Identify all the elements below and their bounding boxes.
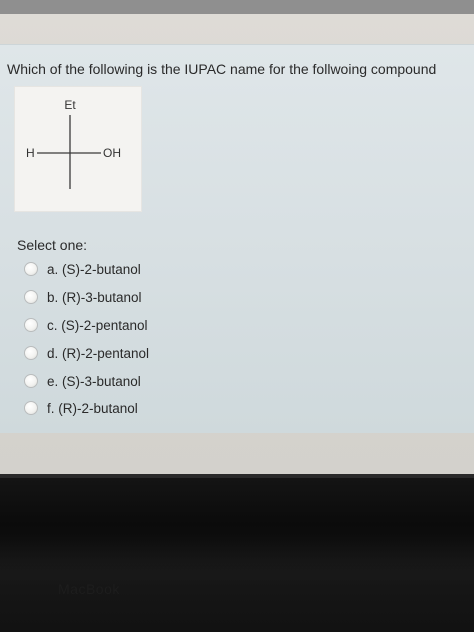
option-f[interactable]: f. (R)-2-butanol [24, 398, 138, 418]
option-label: d. (R)-2-pentanol [47, 345, 150, 361]
option-label: a. (S)-2-butanol [47, 261, 141, 277]
option-e[interactable]: e. (S)-3-butanol [24, 371, 141, 391]
top-substituent-label: Et [64, 98, 76, 112]
radio-button[interactable] [24, 346, 38, 360]
radio-button[interactable] [24, 262, 38, 276]
fischer-projection: Et H OH [26, 98, 121, 189]
radio-button[interactable] [24, 290, 38, 304]
radio-button[interactable] [24, 374, 38, 388]
radio-button[interactable] [24, 318, 38, 332]
option-label: e. (S)-3-butanol [47, 373, 141, 389]
radio-button[interactable] [24, 401, 38, 415]
option-label: b. (R)-3-butanol [47, 289, 142, 305]
option-label: f. (R)-2-butanol [47, 400, 138, 416]
option-d[interactable]: d. (R)-2-pentanol [24, 343, 149, 363]
select-one-label: Select one: [17, 237, 88, 253]
right-substituent-label: OH [103, 146, 121, 160]
option-b[interactable]: b. (R)-3-butanol [24, 287, 142, 307]
compound-structure: Et H OH [14, 86, 142, 212]
option-label: c. (S)-2-pentanol [47, 317, 148, 333]
option-a[interactable]: a. (S)-2-butanol [24, 259, 141, 279]
question-text: Which of the following is the IUPAC name… [7, 61, 437, 77]
browser-top-strip [0, 0, 474, 14]
left-substituent-label: H [26, 146, 35, 160]
device-brand-label: MacBook [58, 581, 120, 597]
option-c[interactable]: c. (S)-2-pentanol [24, 315, 148, 335]
